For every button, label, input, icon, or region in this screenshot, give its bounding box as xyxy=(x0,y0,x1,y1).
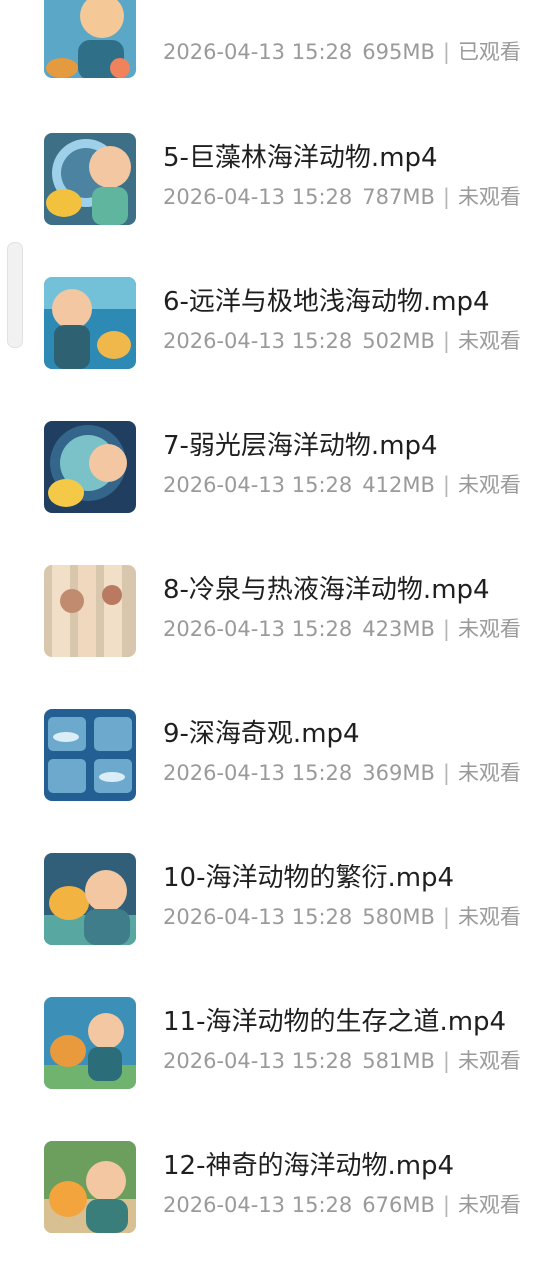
meta-separator: | xyxy=(442,617,450,641)
meta-separator: | xyxy=(442,761,450,785)
watch-status: 已观看 xyxy=(457,40,521,64)
video-thumbnail[interactable] xyxy=(44,997,136,1089)
watch-status: 未观看 xyxy=(457,473,521,497)
watch-status: 未观看 xyxy=(457,329,521,353)
video-list-item[interactable]: 10-海洋动物的繁衍.mp4 2026-04-13 15:28 580MB | 未观看 xyxy=(0,853,542,973)
video-title[interactable]: 8-冷泉与热液海洋动物.mp4 xyxy=(163,573,490,607)
video-size: 787MB xyxy=(362,185,435,209)
video-title[interactable]: 7-弱光层海洋动物.mp4 xyxy=(163,429,438,463)
video-list-item[interactable]: 2026-04-13 15:28 695MB | 已观看 xyxy=(0,0,542,108)
video-meta: 2026-04-13 15:28 502MB | 未观看 xyxy=(163,327,521,355)
thumbnail-image xyxy=(44,133,136,225)
video-size: 695MB xyxy=(362,40,435,64)
video-list-item[interactable]: 5-巨藻林海洋动物.mp4 2026-04-13 15:28 787MB | 未观看 xyxy=(0,133,542,253)
video-thumbnail[interactable] xyxy=(44,421,136,513)
video-list-item[interactable]: 11-海洋动物的生存之道.mp4 2026-04-13 15:28 581MB | 未… xyxy=(0,997,542,1117)
video-meta: 2026-04-13 15:28 369MB | 未观看 xyxy=(163,759,521,787)
video-meta: 2026-04-13 15:28 412MB | 未观看 xyxy=(163,471,521,499)
video-meta: 2026-04-13 15:28 580MB | 未观看 xyxy=(163,903,521,931)
video-date: 2026-04-13 15:28 xyxy=(163,473,353,497)
video-meta: 2026-04-13 15:28 676MB | 未观看 xyxy=(163,1191,521,1219)
video-date: 2026-04-13 15:28 xyxy=(163,185,353,209)
video-list-item[interactable]: 8-冷泉与热液海洋动物.mp4 2026-04-13 15:28 423MB | 未观… xyxy=(0,565,542,685)
video-size: 412MB xyxy=(362,473,435,497)
watch-status: 未观看 xyxy=(457,185,521,209)
video-date: 2026-04-13 15:28 xyxy=(163,40,353,64)
meta-separator: | xyxy=(442,1193,450,1217)
meta-separator: | xyxy=(442,1049,450,1073)
video-thumbnail[interactable] xyxy=(44,0,136,78)
video-title[interactable]: 5-巨藻林海洋动物.mp4 xyxy=(163,141,438,175)
video-date: 2026-04-13 15:28 xyxy=(163,905,353,929)
meta-separator: | xyxy=(442,905,450,929)
watch-status: 未观看 xyxy=(457,761,521,785)
video-date: 2026-04-13 15:28 xyxy=(163,1193,353,1217)
video-size: 423MB xyxy=(362,617,435,641)
video-title[interactable]: 12-神奇的海洋动物.mp4 xyxy=(163,1149,454,1183)
video-thumbnail[interactable] xyxy=(44,709,136,801)
video-thumbnail[interactable] xyxy=(44,277,136,369)
video-meta: 2026-04-13 15:28 423MB | 未观看 xyxy=(163,615,521,643)
video-title[interactable]: 11-海洋动物的生存之道.mp4 xyxy=(163,1005,506,1039)
meta-separator: | xyxy=(442,473,450,497)
video-date: 2026-04-13 15:28 xyxy=(163,761,353,785)
meta-separator: | xyxy=(442,40,450,64)
video-list: 2026-04-13 15:28 695MB | 已观看 5-巨藻林海洋动物.mp4 … xyxy=(0,0,542,1248)
meta-separator: | xyxy=(442,329,450,353)
video-thumbnail[interactable] xyxy=(44,853,136,945)
thumbnail-image xyxy=(44,0,136,78)
video-date: 2026-04-13 15:28 xyxy=(163,617,353,641)
video-meta: 2026-04-13 15:28 581MB | 未观看 xyxy=(163,1047,521,1075)
video-date: 2026-04-13 15:28 xyxy=(163,329,353,353)
video-title[interactable]: 6-远洋与极地浅海动物.mp4 xyxy=(163,285,490,319)
thumbnail-image xyxy=(44,853,136,945)
thumbnail-image xyxy=(44,277,136,369)
video-size: 581MB xyxy=(362,1049,435,1073)
meta-separator: | xyxy=(442,185,450,209)
video-thumbnail[interactable] xyxy=(44,133,136,225)
video-list-item[interactable]: 6-远洋与极地浅海动物.mp4 2026-04-13 15:28 502MB | 未观… xyxy=(0,277,542,397)
thumbnail-image xyxy=(44,709,136,801)
thumbnail-image xyxy=(44,997,136,1089)
watch-status: 未观看 xyxy=(457,617,521,641)
video-title[interactable]: 9-深海奇观.mp4 xyxy=(163,717,360,751)
thumbnail-image xyxy=(44,565,136,657)
video-size: 502MB xyxy=(362,329,435,353)
video-meta: 2026-04-13 15:28 695MB | 已观看 xyxy=(163,38,521,66)
video-title[interactable]: 10-海洋动物的繁衍.mp4 xyxy=(163,861,454,895)
thumbnail-image xyxy=(44,1141,136,1233)
video-size: 369MB xyxy=(362,761,435,785)
video-list-item[interactable]: 9-深海奇观.mp4 2026-04-13 15:28 369MB | 未观看 xyxy=(0,709,542,829)
video-list-item[interactable]: 12-神奇的海洋动物.mp4 2026-04-13 15:28 676MB | 未观看 xyxy=(0,1141,542,1261)
watch-status: 未观看 xyxy=(457,1049,521,1073)
video-size: 676MB xyxy=(362,1193,435,1217)
video-date: 2026-04-13 15:28 xyxy=(163,1049,353,1073)
thumbnail-image xyxy=(44,421,136,513)
video-meta: 2026-04-13 15:28 787MB | 未观看 xyxy=(163,183,521,211)
video-size: 580MB xyxy=(362,905,435,929)
video-list-item[interactable]: 7-弱光层海洋动物.mp4 2026-04-13 15:28 412MB | 未观看 xyxy=(0,421,542,541)
watch-status: 未观看 xyxy=(457,1193,521,1217)
watch-status: 未观看 xyxy=(457,905,521,929)
video-thumbnail[interactable] xyxy=(44,1141,136,1233)
video-thumbnail[interactable] xyxy=(44,565,136,657)
